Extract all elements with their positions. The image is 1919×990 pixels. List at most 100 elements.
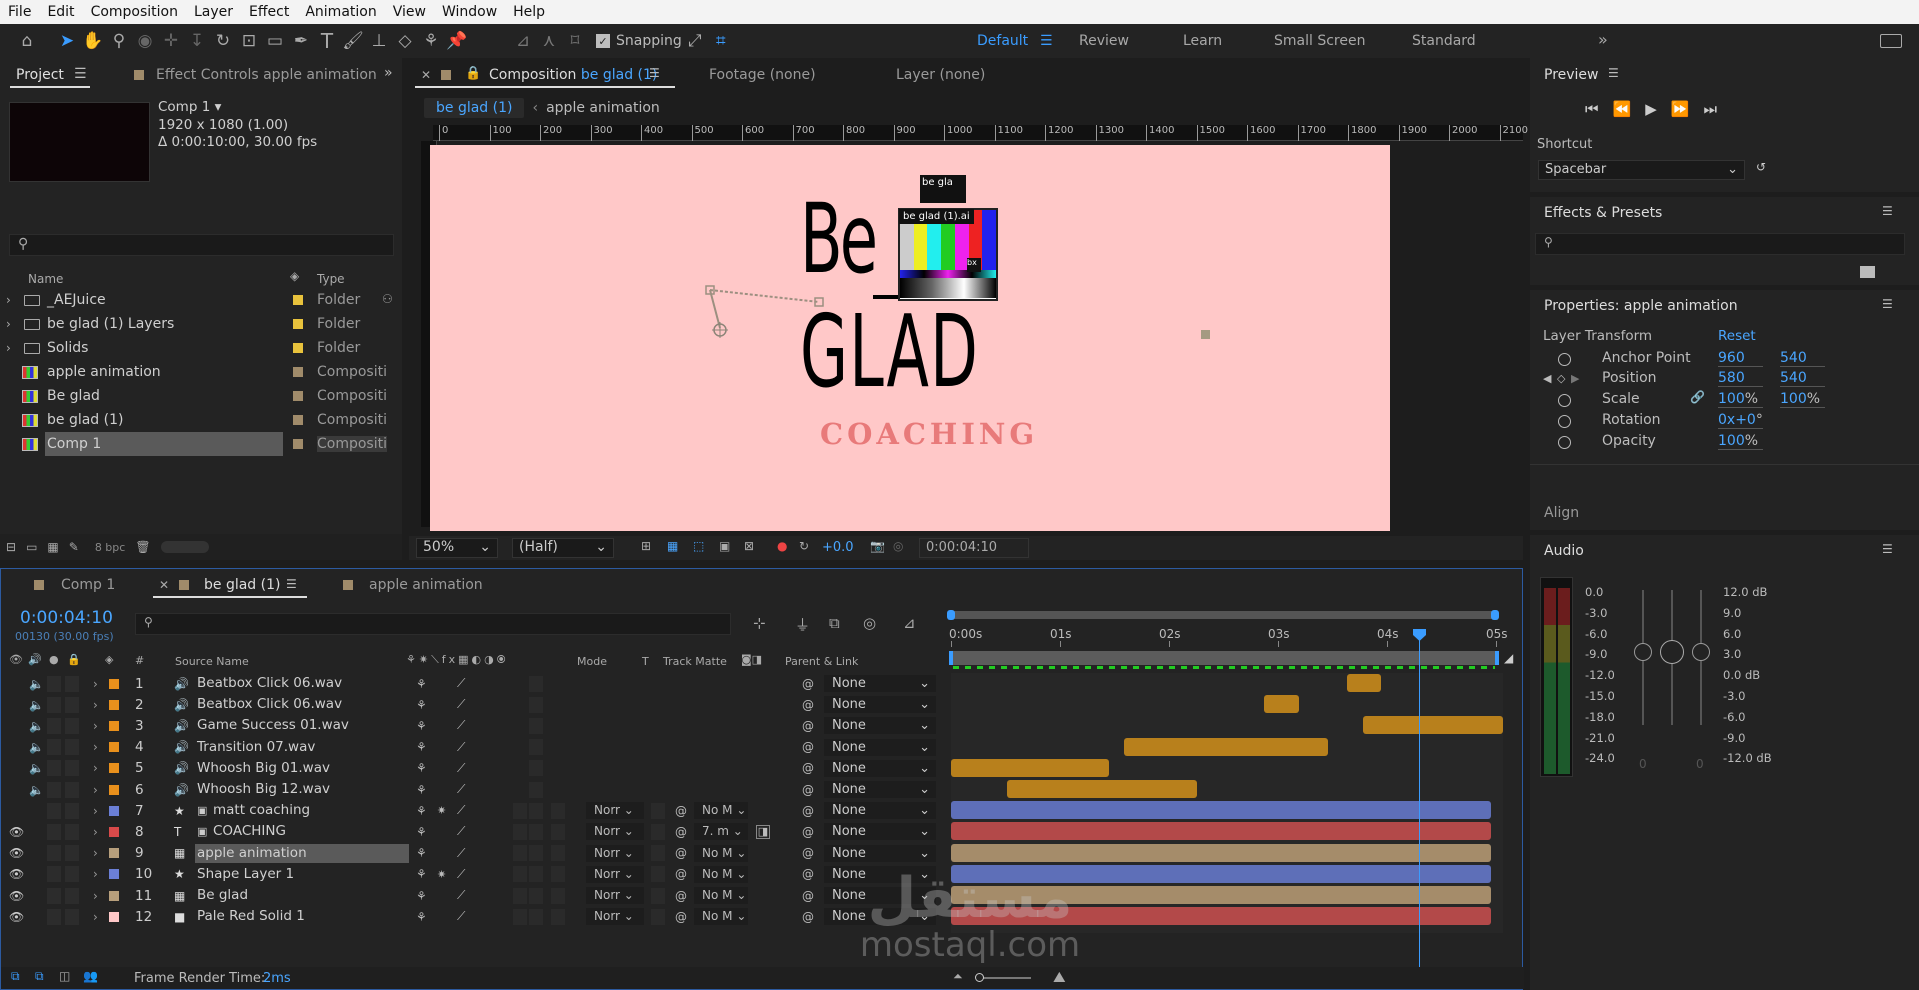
solo-toggle[interactable] <box>47 781 61 798</box>
constrain-link-icon[interactable]: 🔗 <box>1690 390 1705 404</box>
solo-toggle[interactable] <box>47 802 61 819</box>
layer-duration-bar[interactable] <box>951 864 1491 883</box>
parent-dropdown[interactable]: None ⌄ <box>824 738 936 756</box>
layer-label-swatch[interactable] <box>109 763 119 774</box>
audio-toggle-icon[interactable]: 🔈 <box>29 698 44 712</box>
scale-y-value[interactable]: 100% <box>1780 391 1825 408</box>
close-timeline-tab-icon[interactable]: ✕ <box>159 578 169 592</box>
solo-toggle[interactable] <box>47 760 61 777</box>
zoom-out-icon[interactable]: ⏶ <box>953 969 963 984</box>
source-name-header[interactable]: Source Name <box>175 655 249 668</box>
selection-tool-icon[interactable]: ➤ <box>54 28 80 54</box>
parent-pickwhip-icon[interactable]: @ <box>802 867 814 881</box>
layer-label-swatch[interactable] <box>109 699 119 710</box>
mode-header[interactable]: Mode <box>577 655 607 668</box>
puppet-pin-tool-icon[interactable]: 📌 <box>444 28 470 54</box>
menu-item-animation[interactable]: Animation <box>305 4 376 20</box>
solo-toggle[interactable] <box>47 908 61 925</box>
preserve-transparency-box[interactable] <box>651 887 665 904</box>
timeline-tab-comp1[interactable]: Comp 1 <box>61 577 115 593</box>
interpret-footage-icon[interactable]: ⊟ <box>6 540 16 554</box>
lock-toggle[interactable] <box>65 887 79 904</box>
resolution-dropdown[interactable]: (Half) ⌄ <box>512 538 614 558</box>
new-comp-icon[interactable]: ▦ <box>47 540 58 554</box>
reset-exposure-icon[interactable]: ↻ <box>799 539 809 553</box>
fast-preview-icon[interactable]: ⊞ <box>641 539 651 553</box>
layer-label-swatch[interactable] <box>109 678 119 689</box>
anchor-stopwatch-icon[interactable] <box>1558 353 1571 366</box>
timeline-search-input[interactable]: ⚲ <box>135 613 731 635</box>
preserve-transparency-box[interactable] <box>651 908 665 925</box>
expand-layer-icon[interactable]: › <box>93 867 98 881</box>
zoom-in-icon[interactable]: ⛰ <box>1053 968 1066 986</box>
layer-duration-bar[interactable] <box>951 886 1491 904</box>
project-item[interactable]: be glad (1) Compositi <box>0 408 402 432</box>
layer-name[interactable]: Whoosh Big 12.wav <box>195 780 409 799</box>
menu-item-effect[interactable]: Effect <box>249 4 289 20</box>
switch-box[interactable] <box>513 908 527 925</box>
shortcut-dropdown[interactable]: Spacebar ⌄ <box>1538 160 1745 180</box>
label-swatch[interactable] <box>293 343 303 353</box>
layer-row[interactable]: 🔈 › 6 🔊 Whoosh Big 12.wav ⚘ ⟋ @ None ⌄ <box>1 779 951 800</box>
lock-toggle[interactable] <box>65 760 79 777</box>
track-matte-link-icon[interactable]: @ <box>675 889 687 903</box>
col-type-header[interactable]: Type <box>317 272 345 286</box>
timeline-tab-apple[interactable]: apple animation <box>369 577 483 593</box>
workspace-overflow-icon[interactable]: » <box>1598 30 1608 49</box>
delete-icon[interactable]: 🗑 <box>135 540 150 554</box>
brush-tool-icon[interactable]: 🖌 <box>340 28 366 54</box>
layer-name[interactable]: Transition 07.wav <box>195 738 409 757</box>
layer-label-swatch[interactable] <box>109 826 119 837</box>
expand-layer-icon[interactable]: › <box>93 846 98 860</box>
layer-row[interactable]: 🔈 › 1 🔊 Beatbox Click 06.wav ⚘ ⟋ @ None ⌄ <box>1 673 951 694</box>
expand-layer-icon[interactable]: › <box>93 910 98 924</box>
position-x-value[interactable]: 580 <box>1718 370 1763 387</box>
parent-dropdown[interactable]: None ⌄ <box>824 781 936 798</box>
workspace-review[interactable]: Review <box>1079 33 1129 49</box>
layer-name[interactable]: apple animation <box>195 843 409 863</box>
layer-row[interactable]: 👁 › 11 ▦ Be glad ⚘ ⟋ Norr ⌄ @ No M ⌄ @ None ⌄ <box>1 885 951 906</box>
project-item[interactable]: Be glad Compositi <box>0 384 402 408</box>
switch-box[interactable] <box>551 887 565 904</box>
shy-switch-icon[interactable]: ⚘ <box>416 677 427 691</box>
expand-layer-icon[interactable]: › <box>93 698 98 712</box>
parent-link-header[interactable]: Parent & Link <box>785 655 858 668</box>
shy-switch-icon[interactable]: ⚘ <box>416 846 427 860</box>
switch-box[interactable] <box>513 823 527 840</box>
label-col-icon[interactable]: ◈ <box>290 269 299 283</box>
shy-switch-icon[interactable]: ⚘ <box>416 910 427 924</box>
show-snapshot-icon[interactable]: ◎ <box>893 539 903 553</box>
track-matte-dropdown[interactable]: No M ⌄ <box>694 802 748 820</box>
switch-box[interactable] <box>513 845 527 862</box>
parent-dropdown[interactable]: None ⌄ <box>824 802 936 820</box>
quality-switch-icon[interactable]: ⟋ <box>457 740 465 755</box>
audio-fader-left[interactable] <box>1634 590 1652 725</box>
effects-menu-icon[interactable]: ☰ <box>1882 204 1893 218</box>
tab-layer[interactable]: Layer (none) <box>896 67 985 83</box>
switch-box[interactable] <box>529 781 543 798</box>
breadcrumb-active[interactable]: be glad (1) <box>424 98 525 118</box>
label-swatch[interactable] <box>293 415 303 425</box>
pen-tool-icon[interactable]: ✒ <box>288 28 314 54</box>
axis-view-icon[interactable]: ⌑ <box>562 28 588 54</box>
track-matte-dropdown[interactable]: No M ⌄ <box>694 844 748 862</box>
preserve-transparency-box[interactable] <box>651 845 665 862</box>
orbit-tool-icon[interactable]: ◉ <box>132 28 158 54</box>
exposure-value[interactable]: +0.0 <box>822 540 854 555</box>
tab-footage[interactable]: Footage (none) <box>709 67 816 83</box>
track-matte-dropdown[interactable]: No M ⌄ <box>694 865 748 883</box>
parent-pickwhip-icon[interactable]: @ <box>802 677 814 691</box>
scale-x-value[interactable]: 100% <box>1718 391 1763 408</box>
shy-switch-icon[interactable]: ⚘ <box>416 719 427 733</box>
play-icon[interactable]: ▶ <box>1645 100 1657 118</box>
quality-switch-icon[interactable]: ⟋ <box>457 867 465 882</box>
timeline-menu-icon[interactable]: ☰ <box>286 577 297 591</box>
parent-pickwhip-icon[interactable]: @ <box>802 804 814 818</box>
shy-switch-icon[interactable]: ⚘ <box>416 804 427 818</box>
mode-dropdown[interactable]: Norr ⌄ <box>586 802 644 820</box>
workspace-default[interactable]: Default <box>977 33 1028 49</box>
current-time-indicator[interactable] <box>1413 629 1426 989</box>
shy-switch-icon[interactable]: ⚘ <box>416 740 427 754</box>
track-matte-link-icon[interactable]: @ <box>675 867 687 881</box>
comp-flowchart-icon[interactable]: ⊹ <box>753 614 766 632</box>
